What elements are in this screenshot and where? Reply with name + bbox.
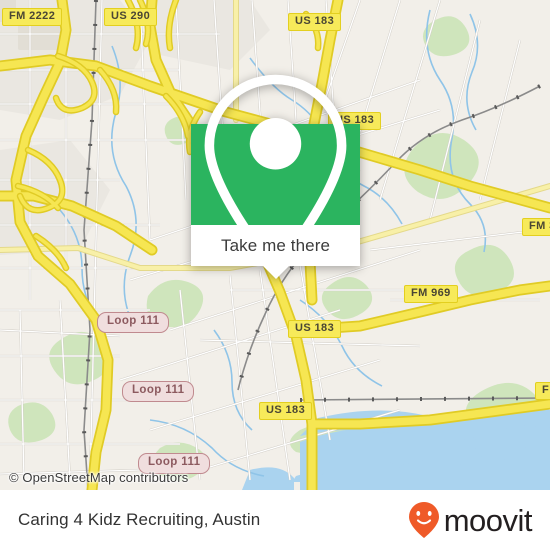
map-pin-icon — [204, 74, 347, 275]
moovit-brand[interactable]: moovit — [406, 500, 533, 540]
popup-pin-area — [191, 74, 360, 275]
moovit-wordmark: moovit — [443, 502, 533, 538]
footer-bar: Caring 4 Kidz Recruiting, Austin moovit — [0, 490, 550, 550]
place-title: Caring 4 Kidz Recruiting, Austin — [18, 510, 261, 529]
map-screenshot-page: FM 2222 US 290 US 183 US 183 FM 37 FM 96… — [0, 0, 550, 550]
road-label-fm-37[interactable]: FM 37 — [522, 218, 550, 236]
map-attribution[interactable]: © OpenStreetMap contributors — [9, 470, 188, 485]
take-me-there-button[interactable]: Take me there — [221, 236, 330, 256]
road-label-loop-111-north[interactable]: Loop 111 — [97, 312, 170, 333]
road-label-fm-2222[interactable]: FM 2222 — [2, 8, 63, 26]
map-canvas[interactable]: FM 2222 US 290 US 183 US 183 FM 37 FM 96… — [0, 0, 550, 490]
moovit-pin-smiley-icon — [408, 502, 439, 538]
road-label-us-290[interactable]: US 290 — [104, 8, 158, 26]
road-label-loop-111-mid[interactable]: Loop 111 — [122, 381, 195, 402]
popup-tail-pointer — [262, 266, 289, 279]
road-label-fm-clipped[interactable]: F — [535, 382, 550, 400]
road-label-fm-969[interactable]: FM 969 — [404, 285, 458, 303]
location-popup-card[interactable]: Take me there — [191, 74, 360, 279]
